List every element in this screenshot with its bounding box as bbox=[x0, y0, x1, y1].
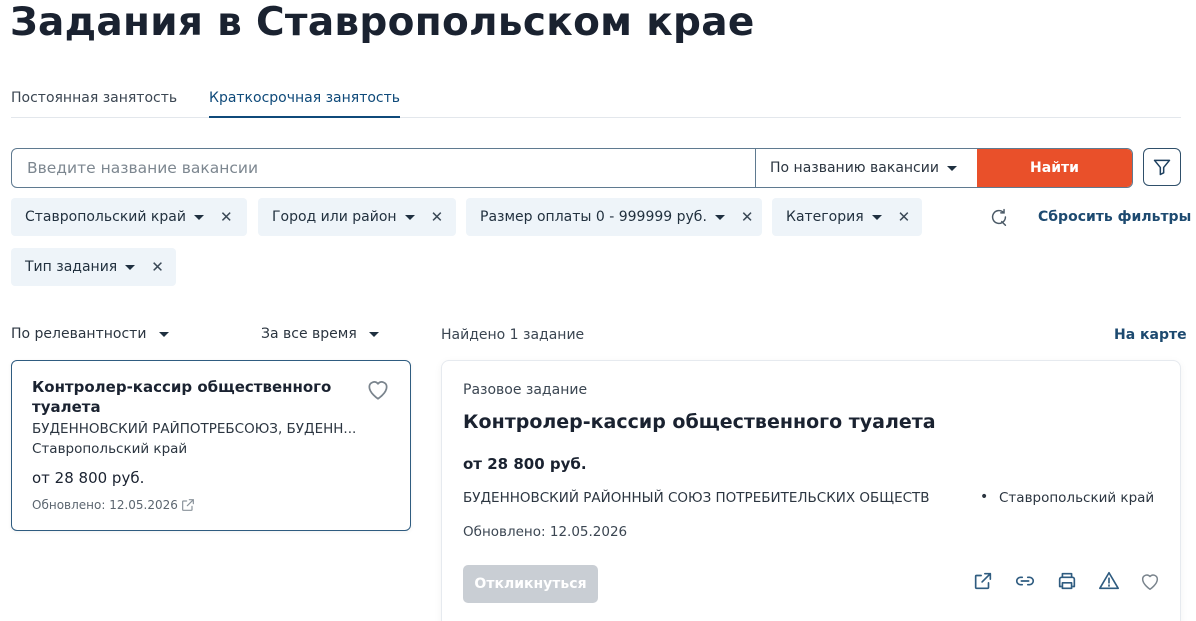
warning-icon[interactable] bbox=[1098, 570, 1120, 592]
sort-relevance-select[interactable]: По релевантности bbox=[11, 326, 169, 342]
heart-icon[interactable] bbox=[1139, 570, 1161, 592]
employment-tabs: Постоянная занятость Краткосрочная занят… bbox=[11, 80, 1181, 118]
search-bar: По названию вакансии Найти bbox=[11, 148, 1133, 188]
task-card-org: БУДЕННОВСКИЙ РАЙПОТРЕБСОЮЗ, БУДЕНН... bbox=[32, 421, 357, 437]
search-mode-label: По названию вакансии bbox=[770, 160, 939, 176]
filter-chip-salary[interactable]: Размер оплаты 0 - 999999 руб. ✕ bbox=[466, 198, 762, 236]
task-detail-org: БУДЕННОВСКИЙ РАЙОННЫЙ СОЮЗ ПОТРЕБИТЕЛЬСК… bbox=[463, 490, 930, 506]
respond-button[interactable]: Откликнуться bbox=[463, 565, 598, 603]
external-link-icon[interactable] bbox=[180, 497, 196, 513]
task-card-updated: Обновлено: 12.05.2026 bbox=[32, 498, 178, 512]
chevron-down-icon bbox=[193, 214, 204, 220]
close-icon[interactable]: ✕ bbox=[741, 208, 754, 226]
map-view-link[interactable]: На карте bbox=[1114, 327, 1187, 343]
tab-short-term-employment[interactable]: Краткосрочная занятость bbox=[209, 90, 401, 118]
page-title: Задания в Ставропольском крае bbox=[10, 0, 755, 45]
filter-chip-label: Размер оплаты 0 - 999999 руб. bbox=[480, 209, 707, 225]
chevron-down-icon bbox=[404, 214, 415, 220]
chevron-down-icon bbox=[369, 331, 380, 337]
filter-chip-city[interactable]: Город или район ✕ bbox=[258, 198, 456, 236]
chevron-down-icon bbox=[714, 214, 725, 220]
task-list-card[interactable]: Контролер-кассир общественного туалета Б… bbox=[11, 360, 411, 531]
close-icon[interactable]: ✕ bbox=[151, 258, 164, 276]
filter-chip-category[interactable]: Категория ✕ bbox=[772, 198, 922, 236]
search-mode-select[interactable]: По названию вакансии bbox=[755, 149, 977, 187]
search-input[interactable] bbox=[12, 149, 755, 187]
task-detail-title: Контролер-кассир общественного туалета bbox=[463, 411, 936, 433]
filter-button[interactable] bbox=[1143, 148, 1181, 186]
task-detail-updated: Обновлено: 12.05.2026 bbox=[463, 524, 628, 540]
filter-chip-label: Тип задания bbox=[25, 259, 118, 275]
task-detail-salary: от 28 800 руб. bbox=[463, 455, 587, 473]
search-button[interactable]: Найти bbox=[977, 149, 1132, 187]
sort-relevance-label: По релевантности bbox=[11, 326, 147, 342]
close-icon[interactable]: ✕ bbox=[220, 208, 233, 226]
task-type-label: Разовое задание bbox=[463, 382, 588, 398]
chevron-down-icon bbox=[871, 214, 882, 220]
filter-chip-label: Категория bbox=[786, 209, 864, 225]
separator-dot: • bbox=[980, 489, 989, 505]
tab-permanent-employment[interactable]: Постоянная занятость bbox=[11, 90, 177, 118]
refresh-icon[interactable] bbox=[988, 206, 1010, 228]
results-count: Найдено 1 задание bbox=[441, 327, 585, 343]
close-icon[interactable]: ✕ bbox=[431, 208, 444, 226]
print-icon[interactable] bbox=[1056, 570, 1078, 592]
task-card-title: Контролер-кассир общественного туалета bbox=[32, 378, 332, 416]
task-detail-region: Ставропольский край bbox=[999, 490, 1155, 506]
close-icon[interactable]: ✕ bbox=[898, 208, 911, 226]
filter-icon bbox=[1153, 159, 1171, 176]
task-detail-panel: Разовое задание Контролер-кассир обществ… bbox=[441, 360, 1181, 621]
chevron-down-icon bbox=[125, 264, 136, 270]
filter-chip-region[interactable]: Ставропольский край ✕ bbox=[11, 198, 247, 236]
external-link-icon[interactable] bbox=[972, 570, 994, 592]
chevron-down-icon bbox=[946, 165, 957, 171]
task-card-region: Ставропольский край bbox=[32, 441, 188, 457]
reset-filters-link[interactable]: Сбросить фильтры bbox=[1038, 209, 1191, 225]
heart-icon[interactable] bbox=[365, 377, 391, 401]
chevron-down-icon bbox=[158, 331, 169, 337]
filter-chip-label: Ставропольский край bbox=[25, 209, 186, 225]
filter-chip-task-type[interactable]: Тип задания ✕ bbox=[11, 248, 176, 286]
link-icon[interactable] bbox=[1014, 570, 1036, 592]
sort-period-select[interactable]: За все время bbox=[261, 326, 380, 342]
task-card-salary: от 28 800 руб. bbox=[32, 469, 145, 487]
sort-period-label: За все время bbox=[261, 326, 357, 342]
filter-chip-label: Город или район bbox=[272, 209, 397, 225]
